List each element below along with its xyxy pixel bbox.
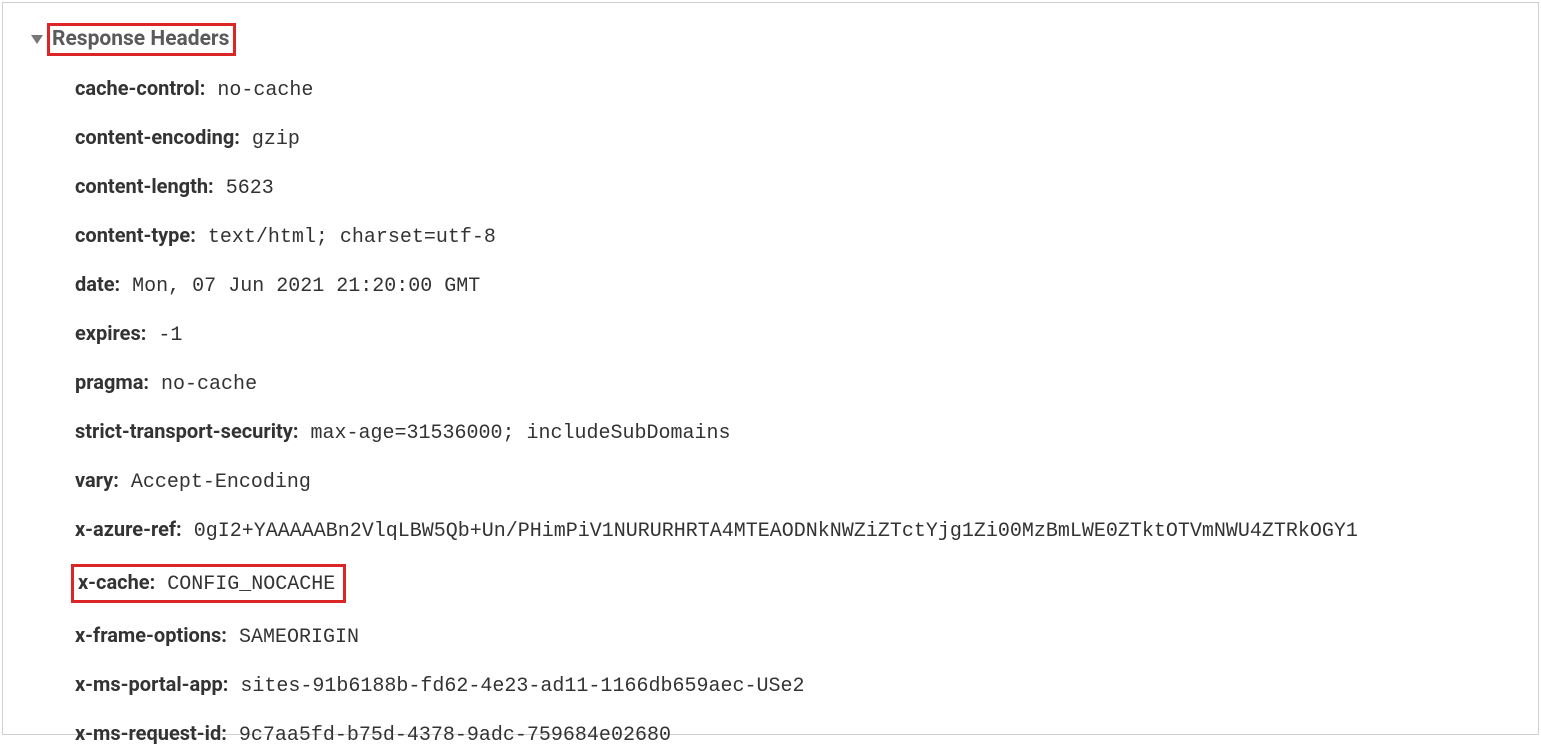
header-value: 9c7aa5fd-b75d-4378-9adc-759684e02680 [227,724,671,747]
header-row: content-encoding: gzip [75,123,1510,154]
header-entry: content-length: 5623 [75,174,274,198]
header-row: x-ms-portal-app: sites-91b6188b-fd62-4e2… [75,670,1510,701]
header-entry: vary: Accept-Encoding [75,468,311,492]
header-row: cache-control: no-cache [75,74,1510,105]
header-row: x-azure-ref: 0gI2+YAAAAABn2VlqLBW5Qb+Un/… [75,515,1510,546]
header-value: no-cache [149,373,257,396]
header-key: content-encoding: [75,125,240,149]
header-entry: x-ms-portal-app: sites-91b6188b-fd62-4e2… [75,672,804,696]
header-row: expires: -1 [75,319,1510,350]
header-row: content-type: text/html; charset=utf-8 [75,221,1510,252]
header-key: x-frame-options: [75,623,227,647]
header-value: text/html; charset=utf-8 [196,226,496,249]
header-key: strict-transport-security: [75,419,298,443]
header-value: 0gI2+YAAAAABn2VlqLBW5Qb+Un/PHimPiV1NURUR… [182,520,1358,543]
header-entry: x-cache: CONFIG_NOCACHE [71,564,346,603]
header-row: x-cache: CONFIG_NOCACHE [75,564,1510,603]
header-entry: strict-transport-security: max-age=31536… [75,419,731,443]
header-value: SAMEORIGIN [227,626,359,649]
header-entry: expires: -1 [75,321,182,345]
header-key: pragma: [75,370,149,394]
header-value: Accept-Encoding [119,471,311,494]
header-value: no-cache [205,79,313,102]
header-entry: content-encoding: gzip [75,125,300,149]
disclosure-triangle-icon [31,35,43,44]
header-value: Mon, 07 Jun 2021 21:20:00 GMT [120,275,480,298]
header-value: CONFIG_NOCACHE [155,573,335,596]
header-row: x-frame-options: SAMEORIGIN [75,621,1510,652]
header-key: x-azure-ref: [75,517,182,541]
header-value: gzip [240,128,300,151]
header-entry: x-ms-request-id: 9c7aa5fd-b75d-4378-9adc… [75,721,671,745]
header-key: x-ms-portal-app: [75,672,228,696]
header-key: content-length: [75,174,214,198]
header-key: x-cache: [78,570,155,594]
header-entry: x-frame-options: SAMEORIGIN [75,623,359,647]
section-title-row[interactable]: Response Headers [31,23,1510,56]
header-value: -1 [146,324,182,347]
header-key: cache-control: [75,76,205,100]
header-value: sites-91b6188b-fd62-4e23-ad11-1166db659a… [228,675,804,698]
section-title: Response Headers [47,23,236,56]
header-entry: date: Mon, 07 Jun 2021 21:20:00 GMT [75,272,480,296]
header-entry: cache-control: no-cache [75,76,313,100]
header-key: content-type: [75,223,196,247]
header-row: strict-transport-security: max-age=31536… [75,417,1510,448]
header-row: pragma: no-cache [75,368,1510,399]
header-entry: pragma: no-cache [75,370,257,394]
header-entry: x-azure-ref: 0gI2+YAAAAABn2VlqLBW5Qb+Un/… [75,517,1358,541]
header-row: vary: Accept-Encoding [75,466,1510,497]
header-entry: content-type: text/html; charset=utf-8 [75,223,496,247]
header-value: 5623 [214,177,274,200]
response-headers-panel: Response Headers cache-control: no-cache… [2,2,1539,735]
header-row: date: Mon, 07 Jun 2021 21:20:00 GMT [75,270,1510,301]
header-key: date: [75,272,120,296]
header-key: expires: [75,321,146,345]
header-value: max-age=31536000; includeSubDomains [298,422,730,445]
response-headers-list: cache-control: no-cache content-encoding:… [31,74,1510,750]
header-key: x-ms-request-id: [75,721,227,745]
header-row: x-ms-request-id: 9c7aa5fd-b75d-4378-9adc… [75,719,1510,750]
header-key: vary: [75,468,119,492]
header-row: content-length: 5623 [75,172,1510,203]
